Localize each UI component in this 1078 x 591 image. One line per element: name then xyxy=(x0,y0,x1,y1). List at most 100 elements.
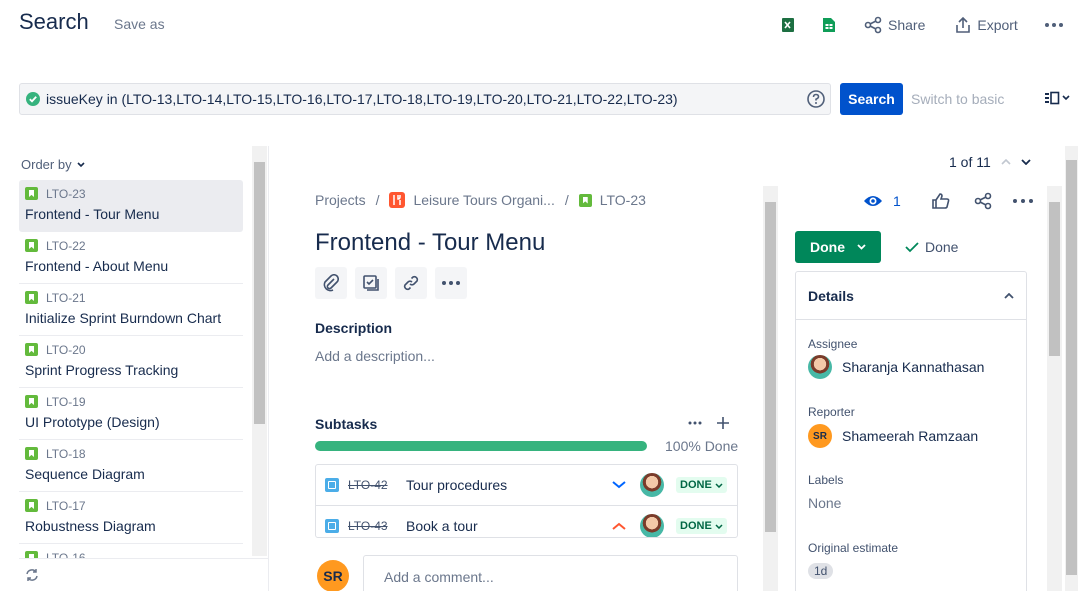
chevron-up-icon[interactable] xyxy=(1001,159,1011,165)
subtask-key[interactable]: LTO-42 xyxy=(348,478,396,492)
list-item[interactable]: LTO-17 Robustness Diagram xyxy=(19,492,243,544)
panel-scrollbar[interactable] xyxy=(1047,186,1062,591)
list-item[interactable]: LTO-23 Frontend - Tour Menu xyxy=(19,180,243,232)
description-heading: Description xyxy=(315,320,393,336)
breadcrumb-projects[interactable]: Projects xyxy=(315,192,366,208)
list-item[interactable]: LTO-18 Sequence Diagram xyxy=(19,440,243,492)
search-button[interactable]: Search xyxy=(840,83,903,115)
reporter-field[interactable]: SR Shameerah Ramzaan xyxy=(808,424,978,448)
details-heading: Details xyxy=(808,287,854,304)
resolution-label: Done xyxy=(925,239,959,255)
detail-scrollbar[interactable] xyxy=(763,186,778,591)
issue-key: LTO-18 xyxy=(46,446,86,461)
issue-key: LTO-23 xyxy=(46,186,86,201)
more-icon[interactable] xyxy=(688,421,702,425)
subtask-icon xyxy=(325,519,339,533)
subtask-title[interactable]: Tour procedures xyxy=(406,477,606,493)
status-badge[interactable]: DONE xyxy=(676,518,727,534)
status-badge[interactable]: DONE xyxy=(676,477,727,493)
watch-count: 1 xyxy=(893,193,901,209)
switch-to-basic-link[interactable]: Switch to basic xyxy=(911,91,1004,107)
page-scrollbar[interactable] xyxy=(1065,146,1078,591)
list-item[interactable]: LTO-22 Frontend - About Menu xyxy=(19,232,243,284)
attach-button[interactable] xyxy=(315,267,347,299)
list-item[interactable]: LTO-20 Sprint Progress Tracking xyxy=(19,336,243,388)
list-view-icon xyxy=(1045,91,1060,105)
breadcrumb-issue-key[interactable]: LTO-23 xyxy=(600,192,646,208)
help-icon[interactable] xyxy=(806,89,826,109)
chevron-up-icon xyxy=(1004,292,1014,299)
estimate-field[interactable]: 1d xyxy=(808,563,834,579)
share-icon[interactable] xyxy=(973,192,993,210)
jql-input[interactable]: issueKey in (LTO-13,LTO-14,LTO-15,LTO-16… xyxy=(19,83,831,115)
breadcrumb-project[interactable]: Leisure Tours Organi... xyxy=(413,192,554,208)
description-field[interactable]: Add a description... xyxy=(315,348,435,364)
save-as-link[interactable]: Save as xyxy=(114,16,165,32)
more-actions-button[interactable] xyxy=(435,267,467,299)
list-item[interactable]: LTO-19 UI Prototype (Design) xyxy=(19,388,243,440)
subtasks-heading: Subtasks xyxy=(315,416,378,432)
details-header[interactable]: Details xyxy=(796,272,1026,320)
chevron-down-icon[interactable] xyxy=(1021,159,1031,165)
more-icon[interactable] xyxy=(1012,199,1033,203)
thumbs-up-icon[interactable] xyxy=(931,192,951,210)
pager-count: 1 of 11 xyxy=(949,154,991,170)
list-item-key-row: LTO-19 xyxy=(25,393,237,410)
add-icon[interactable] xyxy=(716,416,730,430)
layout-toggle[interactable] xyxy=(1044,91,1070,105)
reporter-label: Reporter xyxy=(808,405,855,419)
jql-query-text: issueKey in (LTO-13,LTO-14,LTO-15,LTO-16… xyxy=(46,91,678,107)
assignee-label: Assignee xyxy=(808,337,858,351)
status-dropdown[interactable]: Done xyxy=(795,231,881,263)
story-icon xyxy=(25,291,38,304)
assignee-name: Sharanja Kannathasan xyxy=(842,359,985,375)
issue-title[interactable]: Frontend - Tour Menu xyxy=(315,229,545,257)
order-by-dropdown[interactable]: Order by xyxy=(21,157,85,172)
issue-summary: Sprint Progress Tracking xyxy=(25,362,179,378)
subtask-key[interactable]: LTO-43 xyxy=(348,519,396,533)
watch-button[interactable]: 1 xyxy=(863,193,901,209)
list-item-key-row: LTO-21 xyxy=(25,289,237,306)
priority-low-icon xyxy=(611,481,627,489)
story-icon xyxy=(578,193,592,207)
check-circle-icon xyxy=(26,92,40,106)
more-icon[interactable] xyxy=(1044,22,1064,28)
issue-key: LTO-20 xyxy=(46,342,86,357)
chevron-down-icon xyxy=(1062,95,1070,101)
avatar: SR xyxy=(317,560,349,591)
excel-icon[interactable] xyxy=(780,17,796,33)
issue-list: LTO-23 Frontend - Tour Menu LTO-22 Frontend… xyxy=(19,180,243,558)
list-item[interactable]: LTO-21 Initialize Sprint Burndown Chart xyxy=(19,284,243,336)
story-icon xyxy=(25,499,38,512)
avatar xyxy=(640,514,664,537)
issue-summary: Sequence Diagram xyxy=(25,466,145,482)
refresh-icon[interactable] xyxy=(25,568,39,582)
share-button[interactable]: Share xyxy=(864,16,925,34)
pane-divider[interactable] xyxy=(268,146,269,591)
table-row[interactable]: LTO-42 Tour procedures DONE xyxy=(316,465,737,506)
list-item-key-row: LTO-16 xyxy=(25,549,237,558)
subtask-progress-bar xyxy=(315,441,647,451)
subtask-title[interactable]: Book a tour xyxy=(406,518,606,534)
avatar xyxy=(640,473,664,497)
order-by-label: Order by xyxy=(21,157,72,172)
comment-input[interactable]: Add a comment... xyxy=(363,555,738,591)
left-scrollbar[interactable] xyxy=(252,146,267,556)
breadcrumb: Projects / Leisure Tours Organi... / LTO… xyxy=(315,192,646,208)
link-icon xyxy=(403,275,419,291)
add-subtask-button[interactable] xyxy=(355,267,387,299)
link-issue-button[interactable] xyxy=(395,267,427,299)
table-row[interactable]: LTO-43 Book a tour DONE xyxy=(316,506,737,537)
issue-summary: Frontend - Tour Menu xyxy=(25,206,160,222)
export-button[interactable]: Export xyxy=(955,16,1018,34)
progress-label: 100% Done xyxy=(665,438,739,454)
assignee-field[interactable]: Sharanja Kannathasan xyxy=(808,355,984,379)
labels-label: Labels xyxy=(808,473,844,487)
resolution: Done xyxy=(905,239,958,255)
issue-toolbar xyxy=(315,267,467,299)
list-item-key-row: LTO-17 xyxy=(25,497,237,514)
google-sheets-icon[interactable] xyxy=(822,17,836,33)
avatar: SR xyxy=(808,424,832,448)
list-item[interactable]: LTO-16 xyxy=(19,544,243,558)
labels-field[interactable]: None xyxy=(808,495,841,511)
